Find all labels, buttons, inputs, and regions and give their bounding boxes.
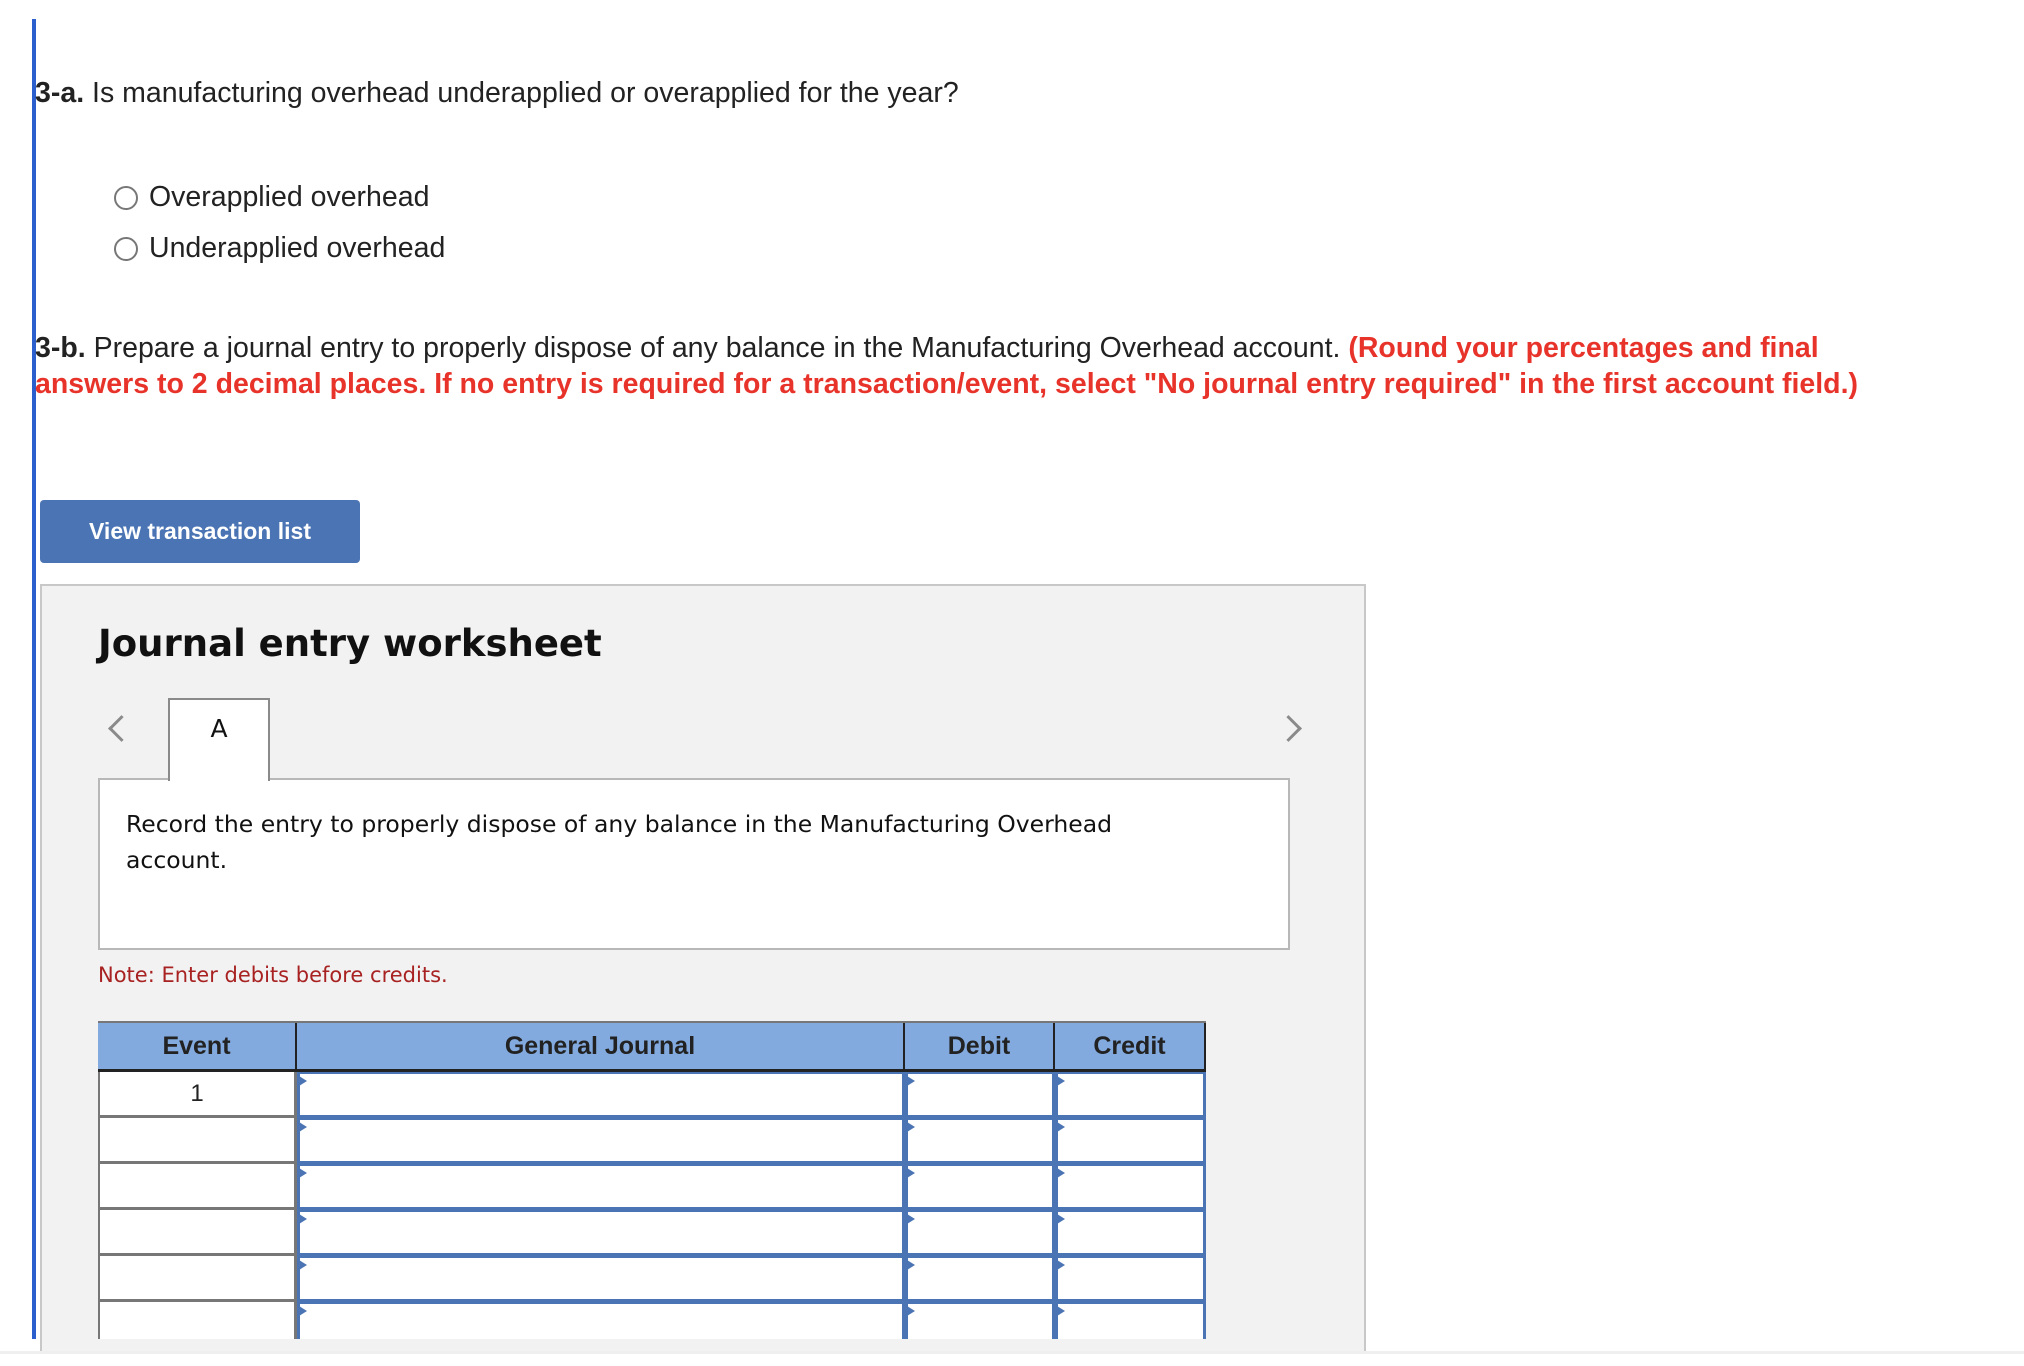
question-3b-text: Prepare a journal entry to properly disp…	[85, 332, 1349, 364]
event-cell	[98, 1118, 297, 1164]
event-cell	[98, 1256, 297, 1302]
debit-input[interactable]	[905, 1072, 1055, 1118]
table-row	[98, 1210, 1206, 1256]
question-3a-label: 3-a.	[35, 77, 85, 109]
table-row: 1	[98, 1072, 1206, 1118]
general-journal-input[interactable]	[297, 1164, 905, 1210]
table-row	[98, 1256, 1206, 1302]
event-cell	[98, 1302, 297, 1339]
debit-input[interactable]	[905, 1302, 1055, 1339]
general-journal-input[interactable]	[297, 1302, 905, 1339]
header-credit: Credit	[1055, 1023, 1206, 1069]
question-left-border	[32, 19, 36, 1339]
general-journal-input[interactable]	[297, 1210, 905, 1256]
event-cell: 1	[98, 1072, 297, 1118]
header-debit: Debit	[905, 1023, 1055, 1069]
debit-input[interactable]	[905, 1210, 1055, 1256]
question-3a: 3-a. Is manufacturing overhead underappl…	[35, 75, 959, 111]
radio-option-underapplied[interactable]: Underapplied overhead	[114, 232, 445, 265]
debit-input[interactable]	[905, 1118, 1055, 1164]
view-transaction-list-button[interactable]: View transaction list	[40, 500, 360, 563]
tab-a[interactable]: A	[168, 698, 270, 781]
question-3b-label: 3-b.	[35, 332, 86, 364]
credit-input[interactable]	[1055, 1164, 1206, 1210]
radio-button-icon[interactable]	[114, 236, 138, 261]
general-journal-input[interactable]	[297, 1072, 905, 1118]
table-row	[98, 1118, 1206, 1164]
radio-button-icon[interactable]	[114, 185, 138, 210]
credit-input[interactable]	[1055, 1302, 1206, 1339]
entry-description-box: Record the entry to properly dispose of …	[98, 778, 1290, 950]
debits-credits-note: Note: Enter debits before credits.	[98, 963, 448, 987]
debit-input[interactable]	[905, 1256, 1055, 1302]
header-general-journal: General Journal	[297, 1023, 905, 1069]
credit-input[interactable]	[1055, 1210, 1206, 1256]
event-cell	[98, 1210, 297, 1256]
table-row	[98, 1302, 1206, 1339]
worksheet-title: Journal entry worksheet	[98, 622, 602, 665]
question-3a-text: Is manufacturing overhead underapplied o…	[84, 77, 959, 109]
radio-option-label[interactable]: Overapplied overhead	[149, 181, 429, 214]
radio-option-label[interactable]: Underapplied overhead	[149, 232, 445, 265]
entry-description: Record the entry to properly dispose of …	[126, 810, 1113, 874]
tab-label: A	[210, 714, 228, 743]
header-event: Event	[98, 1023, 297, 1069]
radio-option-overapplied[interactable]: Overapplied overhead	[114, 181, 429, 214]
table-header: Event General Journal Debit Credit	[98, 1021, 1206, 1072]
general-journal-input[interactable]	[297, 1118, 905, 1164]
page-divider	[0, 1351, 2024, 1354]
credit-input[interactable]	[1055, 1256, 1206, 1302]
journal-table: Event General Journal Debit Credit 1	[98, 1021, 1206, 1339]
table-row	[98, 1164, 1206, 1210]
question-3b: 3-b. Prepare a journal entry to properly…	[35, 330, 1915, 402]
event-cell	[98, 1164, 297, 1210]
debit-input[interactable]	[905, 1164, 1055, 1210]
credit-input[interactable]	[1055, 1118, 1206, 1164]
credit-input[interactable]	[1055, 1072, 1206, 1118]
general-journal-input[interactable]	[297, 1256, 905, 1302]
